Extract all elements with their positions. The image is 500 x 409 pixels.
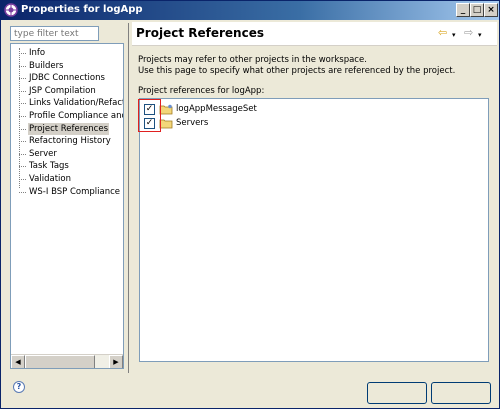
forward-arrow-icon[interactable]: ⇨ [464, 27, 473, 39]
tree-connector [19, 53, 26, 54]
tree-item[interactable]: JDBC Connections [28, 72, 106, 84]
ok-button[interactable] [367, 382, 427, 404]
app-icon [4, 3, 18, 17]
references-label: Project references for logApp: [138, 86, 265, 96]
tree-item[interactable]: Links Validation/Refactori [28, 97, 123, 109]
project-folder-icon [159, 104, 173, 115]
tree-item[interactable]: Project References [28, 122, 110, 135]
project-references-list[interactable]: ✓ logAppMessageSet ✓ Servers [139, 98, 489, 362]
property-tree[interactable]: Info Builders JDBC Connections JSP Compilat… [10, 43, 124, 369]
tree-connector [19, 65, 26, 67]
help-icon[interactable]: ? [13, 381, 25, 393]
pane-divider[interactable] [128, 23, 132, 373]
checkbox-highlight [138, 99, 161, 132]
tree-connector [19, 90, 26, 92]
tree-item[interactable]: Validation [28, 173, 72, 185]
tree-connector [19, 78, 26, 80]
tree-connector [19, 141, 26, 143]
tree-connector [19, 179, 26, 180]
tree-connector [19, 128, 26, 130]
tree-connector [19, 116, 26, 117]
cancel-button[interactable] [431, 382, 491, 404]
tree-horizontal-scrollbar[interactable]: ◀ ▶ [11, 354, 123, 368]
tree-item[interactable]: JSP Compilation [28, 85, 97, 97]
maximize-button[interactable]: □ [470, 3, 484, 17]
tree-item[interactable]: Profile Compliance and Va [28, 110, 123, 122]
page-title: Project References [136, 26, 264, 40]
properties-dialog: Properties for logApp _ □ × InfoBuilders… [0, 0, 500, 409]
page-header: Project References ⇦ ▾ ⇨ ▾ [132, 22, 497, 46]
filter-input[interactable] [10, 26, 99, 41]
tree-connector [19, 191, 26, 193]
tree-item[interactable]: Task Tags [28, 160, 70, 172]
tree-item[interactable]: Info [28, 47, 46, 59]
tree-item[interactable]: Refactoring History [28, 135, 112, 147]
project-name: Servers [176, 118, 209, 128]
description-line-1: Projects may refer to other projects in … [138, 55, 367, 65]
minimize-button[interactable]: _ [456, 3, 470, 17]
back-arrow-icon[interactable]: ⇦ [438, 27, 447, 39]
tree-item[interactable]: Builders [28, 60, 65, 72]
tree-connector [19, 103, 26, 105]
tree-connector [19, 166, 26, 168]
tree-connector [19, 153, 26, 155]
tree-item[interactable]: WS-I BSP Compliance [28, 186, 121, 198]
scroll-thumb[interactable] [25, 355, 95, 368]
description-line-2: Use this page to specify what other proj… [138, 66, 456, 76]
project-name: logAppMessageSet [176, 104, 257, 114]
forward-dropdown-icon[interactable]: ▾ [478, 29, 482, 41]
back-dropdown-icon[interactable]: ▾ [452, 29, 456, 41]
project-folder-icon [159, 119, 173, 129]
close-button[interactable]: × [484, 3, 498, 17]
title-bar[interactable]: Properties for logApp _ □ × [1, 1, 499, 20]
window-title: Properties for logApp [21, 4, 143, 15]
scroll-left-icon[interactable]: ◀ [11, 355, 25, 368]
tree-item[interactable]: Server [28, 148, 58, 160]
scroll-right-icon[interactable]: ▶ [109, 355, 123, 368]
